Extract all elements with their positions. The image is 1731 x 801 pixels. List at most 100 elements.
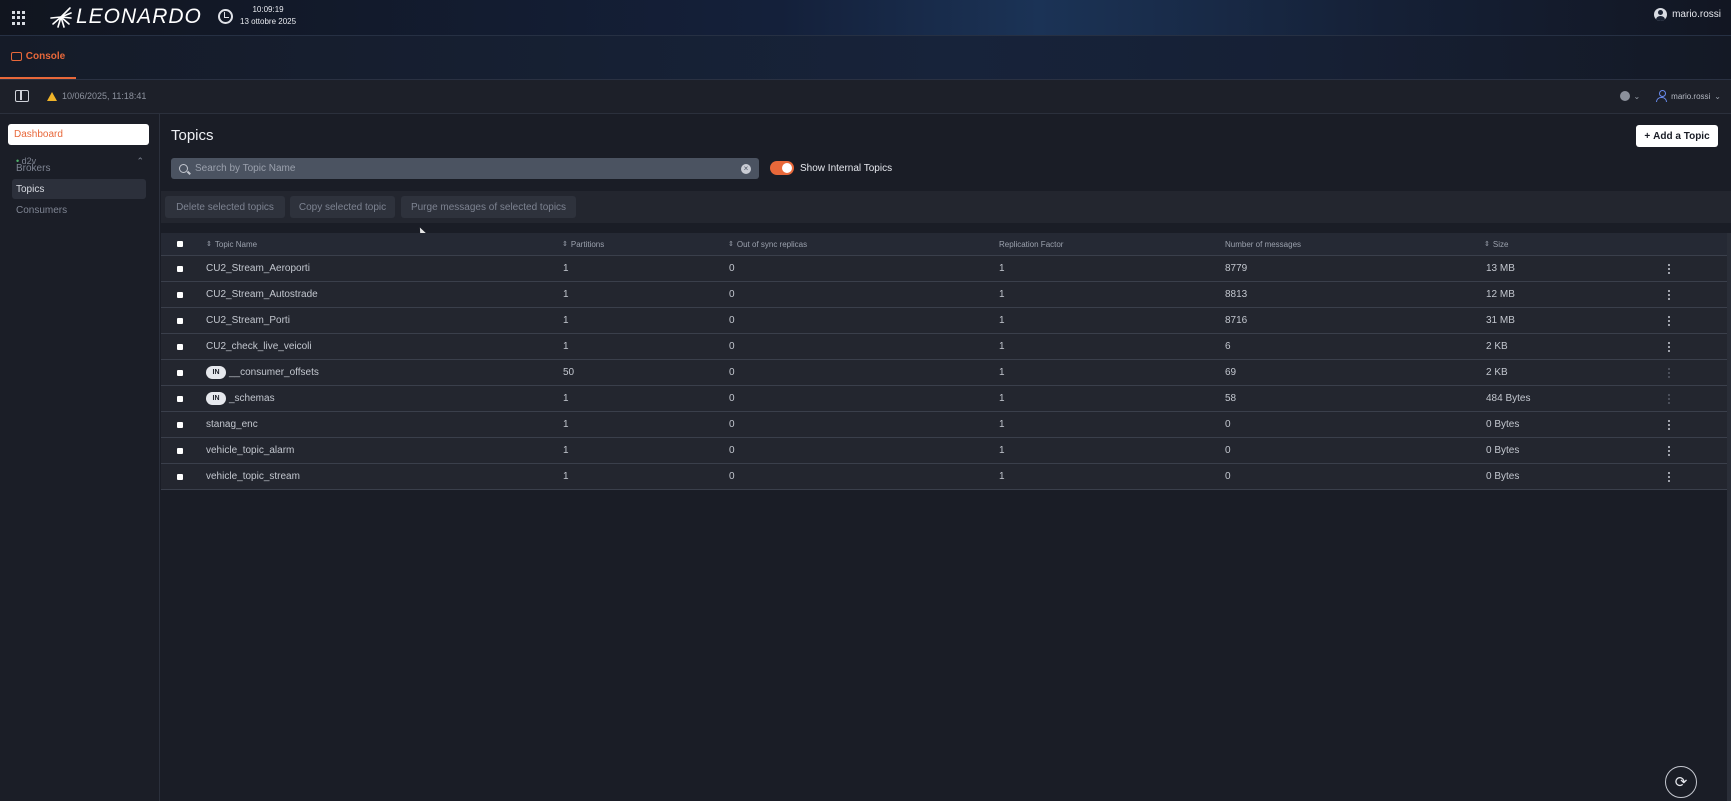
purge-selected-button[interactable]: Purge messages of selected topics (401, 196, 576, 218)
topic-name: vehicle_topic_alarm (206, 445, 295, 456)
partitions-cell: 1 (563, 315, 569, 326)
replication-factor-cell: 1 (999, 315, 1005, 326)
topic-name: CU2_Stream_Aeroporti (206, 263, 310, 274)
messages-cell: 0 (1225, 419, 1231, 430)
table-row[interactable]: stanag_enc 1 0 1 0 0 Bytes (161, 412, 1731, 438)
topic-name-cell[interactable]: vehicle_topic_alarm (206, 438, 294, 463)
row-checkbox[interactable] (177, 369, 183, 376)
table-body: CU2_Stream_Aeroporti 1 0 1 8779 13 MB CU2_Stre… (161, 256, 1731, 490)
partitions-cell: 1 (563, 289, 569, 300)
apps-grid-icon[interactable] (12, 11, 26, 25)
cluster-settings-dropdown[interactable]: ⌄ (1620, 91, 1640, 101)
table-row[interactable]: vehicle_topic_stream 1 0 1 0 0 Bytes (161, 464, 1731, 490)
out-of-sync-cell: 0 (729, 315, 735, 326)
row-menu-icon[interactable] (1668, 393, 1670, 404)
row-menu-icon[interactable] (1668, 263, 1670, 274)
column-replication-factor: Replication Factor (999, 239, 1064, 249)
replication-factor-cell: 1 (999, 289, 1005, 300)
topic-name-cell[interactable]: stanag_enc (206, 412, 258, 437)
out-of-sync-cell: 0 (729, 341, 735, 352)
bulk-actions-bar: Delete selected topics Copy selected top… (161, 191, 1731, 223)
table-header: ⇕ Topic Name ⇕ Partitions ⇕ Out of sync rep… (161, 233, 1731, 256)
sidebar-item-brokers[interactable]: Brokers (12, 158, 146, 178)
tab-console-label: Console (25, 51, 66, 62)
messages-cell: 6 (1225, 341, 1231, 352)
partitions-cell: 1 (563, 341, 569, 352)
row-checkbox[interactable] (177, 447, 183, 454)
toggle-sidebar-icon[interactable] (15, 90, 29, 102)
topic-name-cell[interactable]: CU2_Stream_Autostrade (206, 282, 318, 307)
warning-icon (47, 91, 57, 101)
delete-selected-button[interactable]: Delete selected topics (165, 196, 285, 218)
table-row[interactable]: vehicle_topic_alarm 1 0 1 0 0 Bytes (161, 438, 1731, 464)
topic-name-cell[interactable]: IN __consumer_offsets (206, 360, 319, 385)
row-menu-icon[interactable] (1668, 471, 1670, 482)
column-size[interactable]: ⇕ Size (1484, 233, 1508, 255)
size-cell: 484 Bytes (1486, 393, 1531, 404)
column-partitions[interactable]: ⇕ Partitions (562, 233, 604, 255)
show-internal-toggle[interactable] (770, 161, 794, 175)
row-checkbox[interactable] (177, 395, 183, 402)
row-checkbox[interactable] (177, 421, 183, 428)
out-of-sync-cell: 0 (729, 419, 735, 430)
table-row[interactable]: CU2_check_live_veicoli 1 0 1 6 2 KB (161, 334, 1731, 360)
topics-table: ⇕ Topic Name ⇕ Partitions ⇕ Out of sync rep… (161, 233, 1731, 490)
column-topic-name[interactable]: ⇕ Topic Name (206, 233, 257, 255)
out-of-sync-cell: 0 (729, 367, 735, 378)
sort-icon: ⇕ (728, 241, 734, 248)
partitions-cell: 1 (563, 445, 569, 456)
sidebar-item-consumers[interactable]: Consumers (12, 200, 146, 220)
row-menu-icon[interactable] (1668, 445, 1670, 456)
column-out-of-sync[interactable]: ⇕ Out of sync replicas (728, 233, 807, 255)
messages-cell: 8813 (1225, 289, 1248, 300)
sidebar-item-topics[interactable]: Topics (12, 179, 146, 199)
table-row[interactable]: CU2_Stream_Aeroporti 1 0 1 8779 13 MB (161, 256, 1731, 282)
topic-name: CU2_Stream_Autostrade (206, 289, 318, 300)
sub-user-menu[interactable]: mario.rossi ⌄ (1656, 90, 1721, 102)
select-all-checkbox[interactable] (177, 241, 183, 247)
replication-factor-cell: 1 (999, 393, 1005, 404)
table-row[interactable]: IN __consumer_offsets 50 0 1 69 2 KB (161, 360, 1731, 386)
messages-cell: 8779 (1225, 263, 1248, 274)
out-of-sync-cell: 0 (729, 289, 735, 300)
row-checkbox[interactable] (177, 343, 183, 350)
topic-name: CU2_Stream_Porti (206, 315, 290, 326)
tab-console[interactable]: Console (0, 36, 76, 79)
topic-name-cell[interactable]: CU2_Stream_Porti (206, 308, 290, 333)
row-menu-icon[interactable] (1668, 289, 1670, 300)
clear-search-icon[interactable]: × (741, 163, 751, 174)
page-title: Topics (171, 127, 214, 144)
row-checkbox[interactable] (177, 291, 183, 298)
row-checkbox[interactable] (177, 473, 183, 480)
topic-name-cell[interactable]: IN _schemas (206, 386, 275, 411)
row-menu-icon[interactable] (1668, 315, 1670, 326)
table-row[interactable]: IN _schemas 1 0 1 58 484 Bytes (161, 386, 1731, 412)
topic-search-input[interactable] (195, 163, 741, 174)
top-user-menu[interactable]: mario.rossi (1654, 8, 1721, 21)
vertical-scrollbar[interactable] (1727, 233, 1731, 801)
row-menu-icon[interactable] (1668, 341, 1670, 352)
copy-selected-button[interactable]: Copy selected topic (290, 196, 395, 218)
refresh-button[interactable]: ⟳ (1665, 766, 1697, 798)
sub-toolbar: 10/06/2025, 11:18:41 ⌄ mario.rossi ⌄ (0, 80, 1731, 114)
row-menu-icon[interactable] (1668, 419, 1670, 430)
row-menu-icon[interactable] (1668, 367, 1670, 378)
row-checkbox[interactable] (177, 265, 183, 272)
topic-name-cell[interactable]: CU2_check_live_veicoli (206, 334, 312, 359)
warning-status: 10/06/2025, 11:18:41 (47, 91, 146, 101)
replication-factor-cell: 1 (999, 419, 1005, 430)
size-cell: 13 MB (1486, 263, 1515, 274)
add-topic-button[interactable]: + Add a Topic (1636, 125, 1718, 147)
partitions-cell: 1 (563, 263, 569, 274)
messages-cell: 0 (1225, 445, 1231, 456)
topic-name-cell[interactable]: CU2_Stream_Aeroporti (206, 256, 310, 281)
row-checkbox[interactable] (177, 317, 183, 324)
table-row[interactable]: CU2_Stream_Porti 1 0 1 8716 31 MB (161, 308, 1731, 334)
plus-icon: + (1644, 130, 1651, 142)
sidebar-item-dashboard[interactable]: Dashboard (8, 124, 149, 145)
topic-name-cell[interactable]: vehicle_topic_stream (206, 464, 300, 489)
console-icon (10, 52, 22, 61)
sort-icon: ⇕ (206, 241, 212, 248)
add-topic-label: Add a Topic (1653, 130, 1710, 142)
table-row[interactable]: CU2_Stream_Autostrade 1 0 1 8813 12 MB (161, 282, 1731, 308)
